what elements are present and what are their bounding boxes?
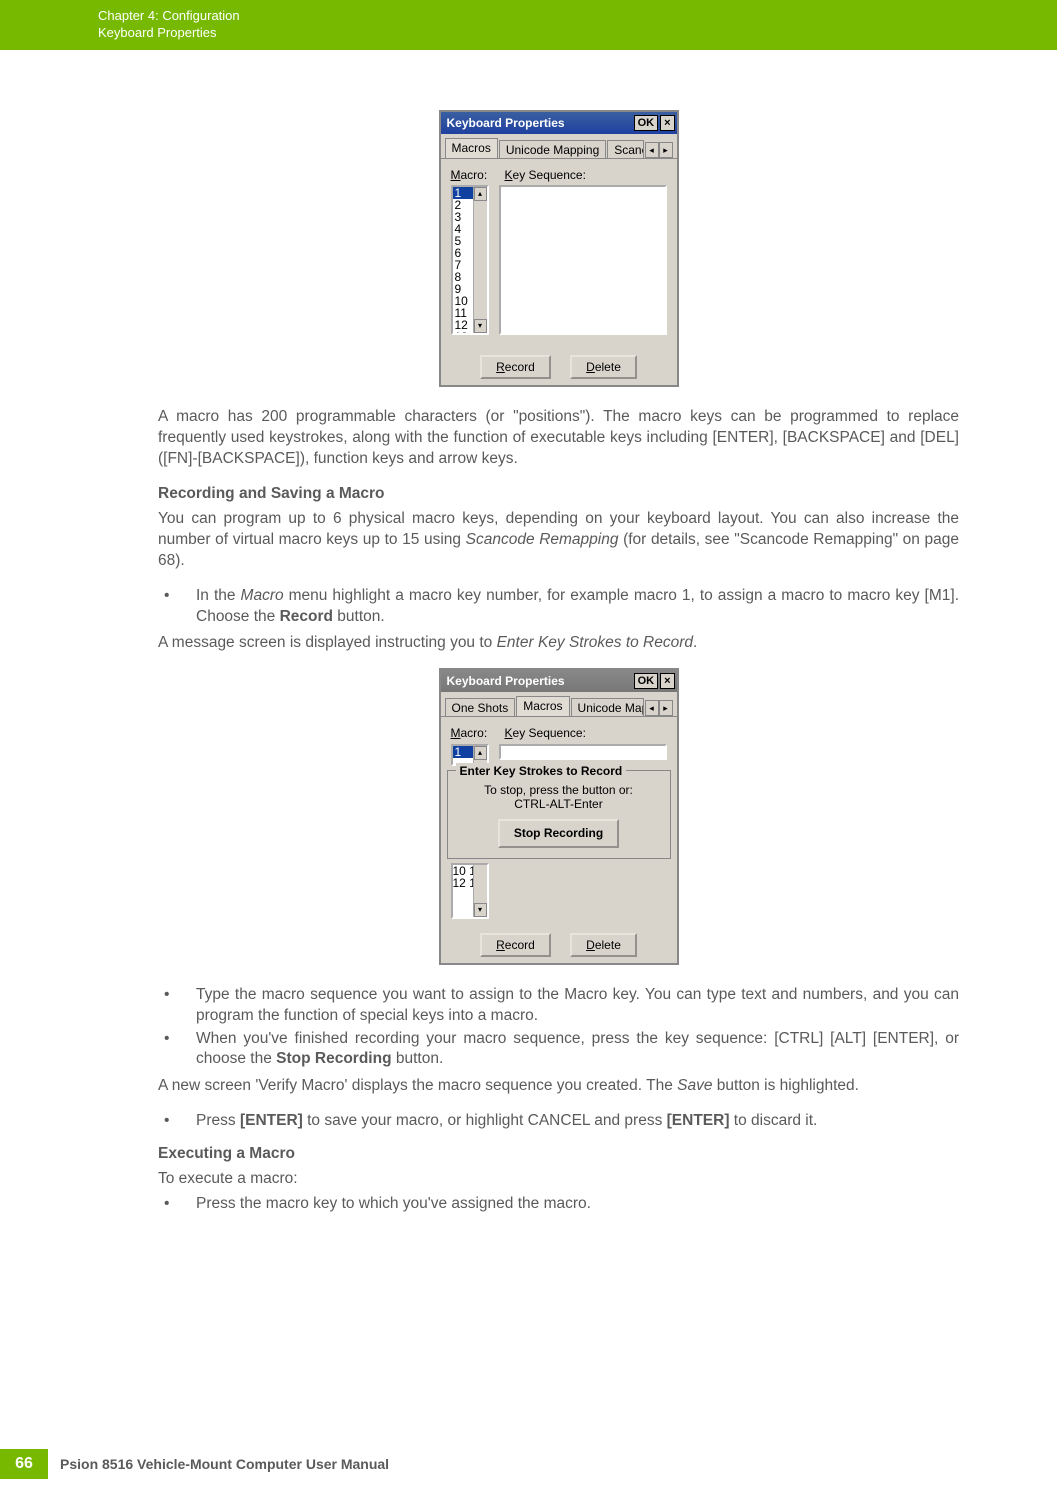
macro-listbox-bottom[interactable]: 10 11 12 13 ▾ (451, 863, 489, 919)
macro-listbox[interactable]: 1 2 3 4 5 6 7 8 9 10 11 12 13 (451, 185, 489, 335)
page-number: 66 (0, 1449, 48, 1479)
tab-macros[interactable]: Macros (445, 138, 498, 158)
close-button[interactable]: × (660, 673, 674, 689)
tab-scroll-right-icon[interactable]: ▸ (659, 700, 673, 716)
tab-one-shots[interactable]: One Shots (445, 698, 516, 716)
record-group: Enter Key Strokes to Record To stop, pre… (447, 770, 671, 859)
section-heading: Executing a Macro (158, 1144, 959, 1165)
group-title: Enter Key Strokes to Record (456, 763, 627, 779)
page-content: Keyboard Properties OK × Macros Unicode … (0, 50, 1057, 1215)
page-footer: 66 Psion 8516 Vehicle-Mount Computer Use… (0, 1449, 1057, 1479)
bullet-item: • Press [ENTER] to save your macro, or h… (158, 1111, 959, 1132)
group-message: To stop, press the button or: CTRL-ALT-E… (458, 783, 660, 812)
titlebar: Keyboard Properties OK × (441, 670, 677, 692)
section-heading: Recording and Saving a Macro (158, 484, 959, 505)
titlebar: Keyboard Properties OK × (441, 112, 677, 134)
tab-strip: One Shots Macros Unicode Mapp ◂ ▸ (441, 692, 677, 717)
body-paragraph: To execute a macro: (158, 1169, 959, 1190)
body-paragraph: A macro has 200 programmable characters … (158, 407, 959, 470)
tab-unicode-mapping[interactable]: Unicode Mapping (499, 140, 606, 158)
body-paragraph: You can program up to 6 physical macro k… (158, 509, 959, 572)
tab-unicode-mapping[interactable]: Unicode Mapp (571, 698, 644, 716)
stop-recording-button[interactable]: Stop Recording (498, 819, 619, 847)
keyboard-properties-dialog-2: Keyboard Properties OK × One Shots Macro… (439, 668, 679, 964)
scroll-down-icon[interactable]: ▾ (474, 903, 487, 917)
tab-scroll-right-icon[interactable]: ▸ (659, 142, 673, 158)
body-paragraph: A new screen 'Verify Macro' displays the… (158, 1076, 959, 1097)
titlebar-text: Keyboard Properties (447, 673, 632, 689)
scroll-up-icon[interactable]: ▴ (474, 187, 487, 201)
record-button[interactable]: Record (480, 355, 551, 379)
close-button[interactable]: × (660, 115, 674, 131)
record-button[interactable]: Record (480, 933, 551, 957)
header-section: Keyboard Properties (98, 25, 1057, 42)
key-sequence-label: Key Sequence: (505, 725, 586, 741)
bullet-item: • When you've finished recording your ma… (158, 1029, 959, 1071)
key-sequence-box[interactable] (499, 185, 667, 335)
key-sequence-box[interactable] (499, 744, 667, 760)
macro-label: Macro: (451, 725, 505, 741)
delete-button[interactable]: Delete (570, 355, 637, 379)
delete-button[interactable]: Delete (570, 933, 637, 957)
page-header: Chapter 4: Configuration Keyboard Proper… (0, 0, 1057, 50)
tab-strip: Macros Unicode Mapping Scanco ◂ ▸ (441, 134, 677, 159)
keyboard-properties-dialog-1: Keyboard Properties OK × Macros Unicode … (439, 110, 679, 387)
ok-button[interactable]: OK (634, 115, 659, 131)
macro-label: Macro: (451, 167, 505, 183)
bullet-item: • Press the macro key to which you've as… (158, 1194, 959, 1215)
scroll-down-icon[interactable]: ▾ (474, 319, 487, 333)
footer-title: Psion 8516 Vehicle-Mount Computer User M… (60, 1456, 389, 1472)
header-chapter: Chapter 4: Configuration (98, 8, 1057, 25)
body-paragraph: A message screen is displayed instructin… (158, 633, 959, 654)
scroll-up-icon[interactable]: ▴ (474, 746, 487, 760)
tab-scancode[interactable]: Scanco (607, 140, 643, 158)
ok-button[interactable]: OK (634, 673, 659, 689)
titlebar-text: Keyboard Properties (447, 115, 632, 131)
key-sequence-label: Key Sequence: (505, 167, 586, 183)
tab-scroll-left-icon[interactable]: ◂ (645, 142, 659, 158)
bullet-item: • Type the macro sequence you want to as… (158, 985, 959, 1027)
bullet-item: • In the Macro menu highlight a macro ke… (158, 586, 959, 628)
tab-scroll-left-icon[interactable]: ◂ (645, 700, 659, 716)
tab-macros[interactable]: Macros (516, 696, 569, 716)
